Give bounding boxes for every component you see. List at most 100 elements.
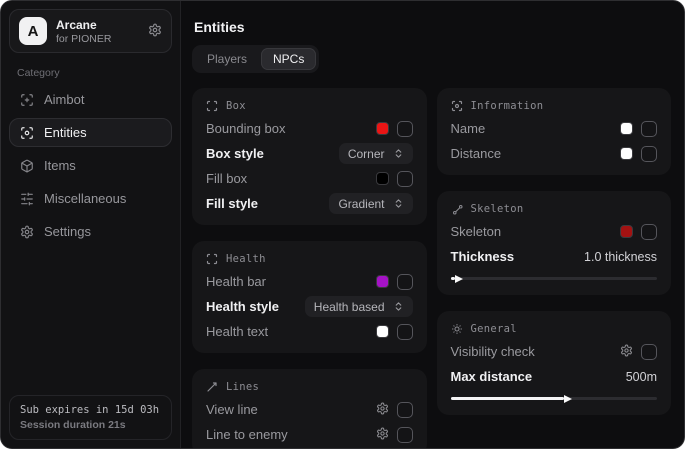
max-distance-row: Max distance 500m (451, 366, 658, 387)
health-bar-label: Health bar (206, 274, 266, 289)
session-duration-text: Session duration 21s (20, 419, 161, 431)
app-window: A Arcane for PIONER Category Aimbot (0, 0, 685, 449)
sidebar-item-label: Items (44, 158, 76, 173)
scan-eye-icon (20, 126, 34, 140)
scan-brackets-icon (206, 253, 218, 265)
gear-icon (20, 225, 34, 239)
tab-players[interactable]: Players (195, 48, 259, 70)
category-label: Category (17, 67, 164, 79)
health-style-value: Health based (314, 300, 385, 314)
view-line-settings-button[interactable] (376, 402, 389, 418)
sidebar-nav: Aimbot Entities Items Miscellaneous (9, 85, 172, 246)
health-card-header: Health (206, 253, 413, 265)
bone-icon (451, 203, 463, 215)
brand-settings-button[interactable] (148, 23, 162, 40)
view-line-label: View line (206, 402, 258, 417)
thickness-slider[interactable] (451, 277, 658, 280)
fill-box-color-swatch[interactable] (376, 172, 389, 185)
health-bar-color-swatch[interactable] (376, 275, 389, 288)
max-distance-slider[interactable] (451, 397, 658, 400)
brand-card: A Arcane for PIONER (9, 9, 172, 53)
sidebar-item-miscellaneous[interactable]: Miscellaneous (9, 184, 172, 213)
fill-box-label: Fill box (206, 171, 247, 186)
sidebar-item-aimbot[interactable]: Aimbot (9, 85, 172, 114)
skeleton-card-header: Skeleton (451, 203, 658, 215)
box-style-row: Box style Corner (206, 143, 413, 164)
diagonal-line-icon (206, 381, 218, 393)
information-card: Information Name Distance (437, 88, 672, 175)
gear-icon (148, 23, 162, 40)
box-style-label: Box style (206, 146, 264, 161)
fill-box-checkbox[interactable] (397, 171, 413, 187)
bounding-box-checkbox[interactable] (397, 121, 413, 137)
skeleton-card-title: Skeleton (471, 203, 524, 215)
sidebar-item-items[interactable]: Items (9, 151, 172, 180)
line-to-enemy-label: Line to enemy (206, 427, 288, 442)
gear-icon (376, 427, 389, 443)
health-text-label: Health text (206, 324, 268, 339)
health-style-select[interactable]: Health based (305, 296, 413, 317)
line-to-enemy-settings-button[interactable] (376, 427, 389, 443)
skeleton-card: Skeleton Skeleton Thickness 1.0 thicknes… (437, 191, 672, 295)
line-to-enemy-checkbox[interactable] (397, 427, 413, 443)
gear-icon (620, 344, 633, 360)
gear-icon (376, 402, 389, 418)
name-color-swatch[interactable] (620, 122, 633, 135)
max-distance-label: Max distance (451, 369, 533, 384)
bounding-box-color-swatch[interactable] (376, 122, 389, 135)
sidebar-item-label: Miscellaneous (44, 191, 126, 206)
box-card-title: Box (226, 100, 246, 112)
sidebar-item-label: Aimbot (44, 92, 84, 107)
sidebar-item-entities[interactable]: Entities (9, 118, 172, 147)
line-to-enemy-row: Line to enemy (206, 424, 413, 445)
brand-text: Arcane for PIONER (56, 18, 111, 45)
view-line-checkbox[interactable] (397, 402, 413, 418)
app-name: Arcane (56, 18, 111, 32)
max-distance-value: 500m (626, 370, 657, 384)
tab-npcs[interactable]: NPCs (261, 48, 316, 70)
health-text-row: Health text (206, 321, 413, 342)
chevrons-up-down-icon (393, 198, 404, 209)
max-distance-slider-handle[interactable] (564, 395, 572, 403)
sidebar-item-settings[interactable]: Settings (9, 217, 172, 246)
name-checkbox[interactable] (641, 121, 657, 137)
distance-color-swatch[interactable] (620, 147, 633, 160)
sun-icon (451, 323, 463, 335)
box-card: Box Bounding box Box style Corne (192, 88, 427, 225)
package-icon (20, 159, 34, 173)
health-bar-checkbox[interactable] (397, 274, 413, 290)
sub-expiry-text: Sub expires in 15d 03h (20, 404, 161, 416)
scan-brackets-icon (206, 100, 218, 112)
name-row: Name (451, 118, 658, 139)
skeleton-row: Skeleton (451, 221, 658, 242)
distance-row: Distance (451, 143, 658, 164)
health-style-label: Health style (206, 299, 279, 314)
thickness-row: Thickness 1.0 thickness (451, 246, 658, 267)
box-style-value: Corner (348, 147, 385, 161)
health-text-checkbox[interactable] (397, 324, 413, 340)
visibility-check-checkbox[interactable] (641, 344, 657, 360)
app-subtitle: for PIONER (56, 33, 111, 45)
skeleton-color-swatch[interactable] (620, 225, 633, 238)
fill-style-select[interactable]: Gradient (329, 193, 412, 214)
visibility-check-label: Visibility check (451, 344, 535, 359)
visibility-check-settings-button[interactable] (620, 344, 633, 360)
chevrons-up-down-icon (393, 301, 404, 312)
thickness-value: 1.0 thickness (584, 250, 657, 264)
thickness-label: Thickness (451, 249, 515, 264)
sliders-icon (20, 192, 34, 206)
health-text-color-swatch[interactable] (376, 325, 389, 338)
bounding-box-label: Bounding box (206, 121, 286, 136)
fill-box-row: Fill box (206, 168, 413, 189)
view-line-row: View line (206, 399, 413, 420)
skeleton-checkbox[interactable] (641, 224, 657, 240)
health-card: Health Health bar Health style H (192, 241, 427, 353)
sidebar-item-label: Entities (44, 125, 87, 140)
right-column: Information Name Distance (437, 88, 672, 448)
thickness-slider-handle[interactable] (455, 275, 463, 283)
distance-checkbox[interactable] (641, 146, 657, 162)
box-style-select[interactable]: Corner (339, 143, 413, 164)
information-card-header: Information (451, 100, 658, 112)
main-content: Entities Players NPCs Box Bounding box (181, 1, 684, 448)
crosshair-scan-icon (20, 93, 34, 107)
